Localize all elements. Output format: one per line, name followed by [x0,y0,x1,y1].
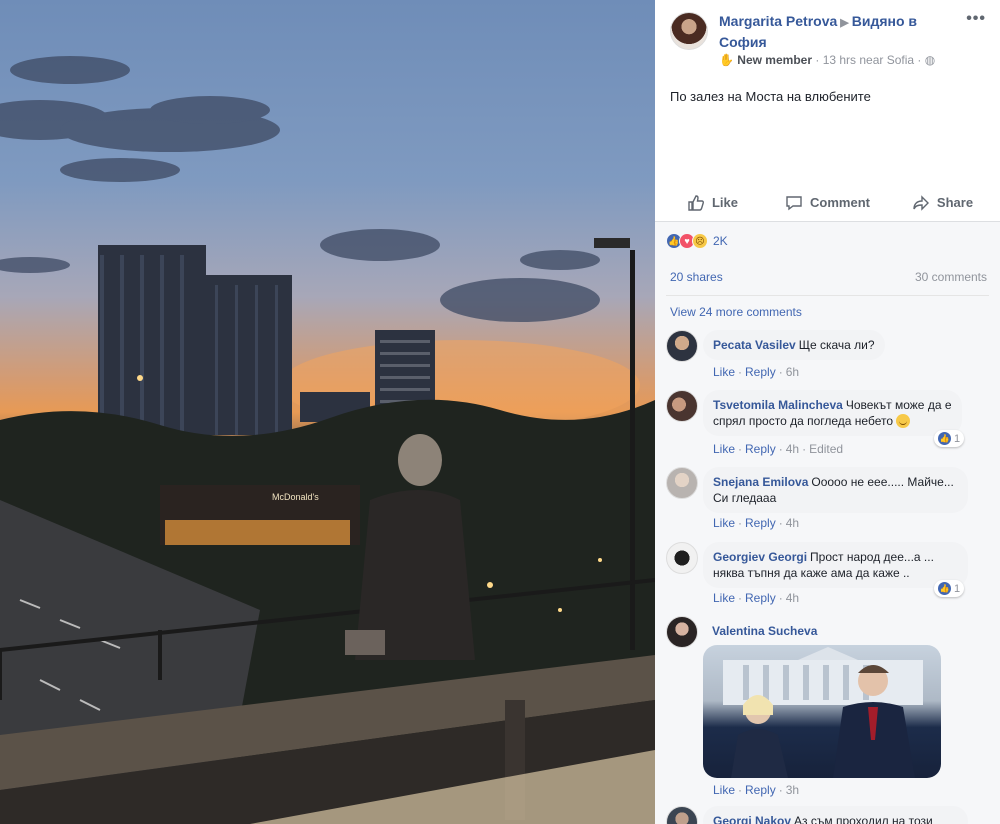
comment-avatar[interactable] [666,542,698,574]
comment-reply-link[interactable]: Reply [745,442,776,456]
commenter-name[interactable]: Georgi Nakov [713,814,791,824]
comment-item: Tsvetomila Malincheva Човекът може да е с… [666,390,991,456]
dot-separator: · [815,53,823,67]
reaction-count: 2K [713,234,728,248]
comment-like-link[interactable]: Like [713,365,735,379]
thumbs-up-icon [688,194,704,211]
comment-bubble: Pecata Vasilev Ще скача ли? [703,330,885,360]
share-button[interactable]: Share [885,184,1000,221]
comment-bubble: Georgiev Georgi Прост народ дее...а ... н… [703,542,968,588]
comment-item: Georgiev Georgi Прост народ дее...а ... н… [666,542,991,605]
reactions-summary[interactable]: 👍 ♥ ☹ 2K [666,233,728,249]
post-side-panel: Margarita Petrova ▶ Видяно в София ••• ✋ N… [655,0,1000,824]
member-badge: New member [737,53,812,67]
commenter-name[interactable]: Georgiev Georgi [713,550,807,564]
author-line: Margarita Petrova ▶ Видяно в София [719,12,959,52]
comment-actions: Like · Reply · 4h · Edited [713,442,844,456]
comment-reply-link[interactable]: Reply [745,516,776,530]
comment-icon [786,195,802,210]
like-label: Like [711,195,738,210]
comment-actions: Like · Reply · 4h [713,516,800,530]
smiley-emoji-icon [896,414,911,428]
comment-avatar[interactable] [666,330,698,362]
comment-avatar[interactable] [666,390,698,422]
comment-actions: Like · Reply · 6h [713,365,800,379]
comment-item: Georgi Nakov Аз съм проходил на този [666,806,991,824]
comment-avatar[interactable] [666,467,698,499]
comment-time[interactable]: 4h [786,516,799,530]
sunset-city-illustration: McDonald's [0,56,655,824]
comment-time[interactable]: 4h [786,442,799,456]
hand-wave-icon: ✋ [719,53,734,67]
comment-like-link[interactable]: Like [713,783,735,797]
comment-avatar[interactable] [666,806,698,824]
author-name[interactable]: Margarita Petrova [719,13,837,29]
like-icon: 👍 [938,432,951,445]
comment-reply-link[interactable]: Reply [745,591,776,605]
comment-reaction-badge[interactable]: 👍 1 [934,580,965,597]
comment-actions: Like · Reply · 4h [713,591,800,605]
comment-item: Pecata Vasilev Ще скача ли? Like · Reply · 6h [666,330,991,379]
comment-bubble: Tsvetomila Malincheva Човекът може да е с… [703,390,962,436]
comments-count[interactable]: 30 comments [915,270,987,284]
svg-text:McDonald's: McDonald's [272,492,319,502]
like-button[interactable]: Like [655,184,770,221]
comment-text: Ще скача ли? [798,338,875,352]
feedback-section: 👍 ♥ ☹ 2K 20 shares 30 comments View 24 m… [655,222,1000,824]
comment-reply-link[interactable]: Reply [745,365,776,379]
post-meta: ✋ New member · 13 hrs near Sofia · ◍ [719,53,935,67]
comment-item: Snejana Emilova Ооооо не еее..... Майче..… [666,467,991,530]
comment-item: Valentina Sucheva Like · Reply · 3h [666,616,991,797]
comment-text: Аз съм проходил на този [794,814,933,824]
comment-reaction-count: 1 [954,582,961,595]
author-avatar[interactable] [670,12,708,50]
shares-count[interactable]: 20 shares [670,270,723,284]
comment-time[interactable]: 6h [786,365,799,379]
comment-label: Comment [810,195,870,210]
post-text: По залез на Моста на влюбените [670,89,871,104]
comment-time[interactable]: 4h [786,591,799,605]
comment-time[interactable]: 3h [786,783,799,797]
comment-reply-link[interactable]: Reply [745,783,776,797]
sad-icon: ☹ [692,233,708,249]
commenter-name[interactable]: Snejana Emilova [713,475,808,489]
comment-edited[interactable]: Edited [809,442,843,456]
comment-avatar[interactable] [666,616,698,648]
caret-right-icon: ▶ [840,17,849,29]
view-more-comments-link[interactable]: View 24 more comments [670,305,802,319]
commenter-name[interactable]: Tsvetomila Malincheva [713,398,843,412]
dot-separator: · [917,53,925,67]
commenter-name[interactable]: Valentina Sucheva [712,624,817,638]
tv-show-illustration [723,647,923,778]
more-options-icon[interactable]: ••• [966,10,986,28]
post-header: Margarita Petrova ▶ Видяно в София ••• ✋ N… [655,0,1000,222]
comment-button[interactable]: Comment [770,184,885,221]
comment-like-link[interactable]: Like [713,516,735,530]
comment-reaction-badge[interactable]: 👍 1 [934,430,965,447]
comment-reaction-count: 1 [954,432,961,445]
share-label: Share [936,195,974,210]
comment-actions: Like · Reply · 3h [713,783,800,797]
comment-like-link[interactable]: Like [713,591,735,605]
post-actions: Like Comment Share [655,184,1000,222]
post-time[interactable]: 13 hrs near Sofia [823,53,914,67]
divider [666,295,989,296]
globe-icon[interactable]: ◍ [925,53,935,67]
like-icon: 👍 [938,582,951,595]
comment-bubble: Snejana Emilova Ооооо не еее..... Майче..… [703,467,968,513]
comment-image[interactable] [703,645,941,778]
commenter-name[interactable]: Pecata Vasilev [713,338,796,352]
comment-bubble: Georgi Nakov Аз съм проходил на този [703,806,968,824]
share-arrow-icon [913,194,929,211]
comment-like-link[interactable]: Like [713,442,735,456]
post-photo[interactable]: McDonald's [0,0,655,824]
